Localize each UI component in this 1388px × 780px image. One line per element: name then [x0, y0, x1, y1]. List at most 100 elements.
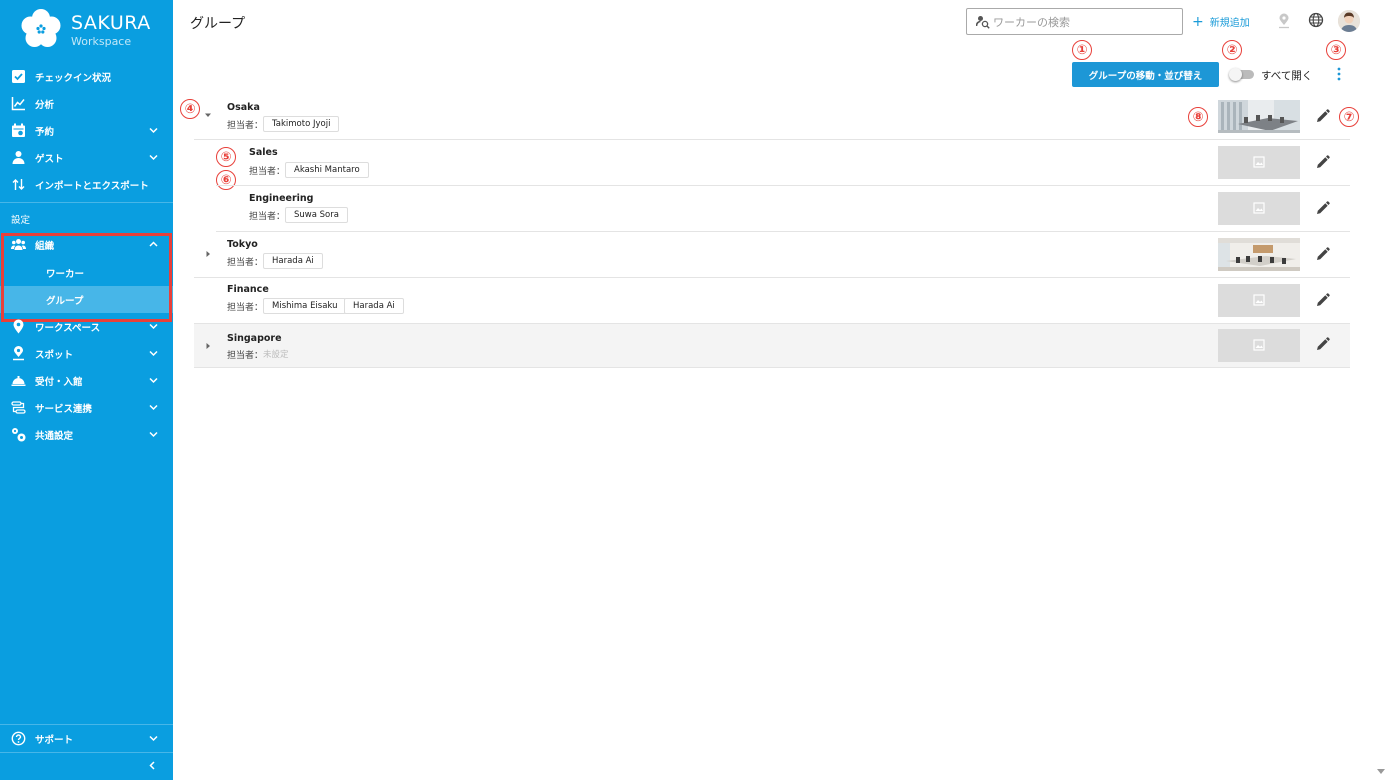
sidebar-item-reservation[interactable]: 予約 [0, 117, 173, 144]
worker-search-input[interactable] [993, 13, 1173, 31]
integration-icon [11, 401, 26, 414]
image-placeholder-icon [1253, 202, 1265, 214]
edit-pencil-icon[interactable] [1315, 109, 1330, 124]
sidebar-item-label: サポート [35, 734, 74, 746]
sidebar-item-label: 予約 [35, 126, 55, 138]
manager-label: 担当者： [249, 167, 286, 177]
sidebar-item-workspace[interactable]: ワークスペース [0, 313, 173, 340]
worker-search-box[interactable] [966, 8, 1183, 35]
expand-all-toggle[interactable] [1229, 68, 1255, 81]
sidebar-divider [0, 752, 173, 753]
guest-icon [12, 151, 25, 164]
plus-icon: + [1192, 13, 1204, 30]
image-placeholder-icon [1253, 294, 1265, 306]
group-photo-placeholder [1218, 284, 1300, 317]
settings-gears-icon [12, 428, 26, 442]
group-name: Finance [227, 284, 269, 295]
chevron-down-icon [149, 377, 158, 384]
chevron-down-icon [149, 323, 158, 330]
annotation-3: ③ [1326, 40, 1346, 60]
user-avatar[interactable] [1338, 10, 1360, 32]
manager-unset: 未設定 [263, 350, 289, 360]
group-name: Sales [249, 147, 278, 158]
group-name: Tokyo [227, 239, 258, 250]
annotation-2: ② [1222, 40, 1242, 60]
globe-icon[interactable] [1308, 12, 1324, 28]
add-new-button[interactable]: + 新規追加 [1192, 13, 1250, 30]
brand-logo[interactable]: SAKURA Workspace [0, 0, 173, 62]
group-photo-placeholder [1218, 192, 1300, 225]
checkbox-icon [12, 70, 25, 83]
edit-pencil-icon[interactable] [1315, 201, 1330, 216]
sidebar-item-label: チェックイン状況 [35, 72, 112, 84]
caret-right-icon[interactable] [204, 250, 212, 258]
sidebar-item-label: 共通設定 [35, 430, 74, 442]
group-row-engineering[interactable]: Engineering 担当者： Suwa Sora [216, 186, 1350, 232]
sidebar-item-integration[interactable]: サービス連携 [0, 394, 173, 421]
group-name: Singapore [227, 333, 282, 344]
sidebar-item-guest[interactable]: ゲスト [0, 144, 173, 171]
brand-name: SAKURA [71, 12, 151, 34]
add-new-label: 新規追加 [1209, 18, 1250, 29]
sidebar-item-common-settings[interactable]: 共通設定 [0, 421, 173, 448]
group-row-osaka[interactable]: Osaka 担当者： Takimoto Jyoji [194, 94, 1350, 140]
sidebar-item-label: 受付・入館 [35, 376, 83, 388]
location-pin-icon [13, 319, 24, 334]
sidebar-item-reception[interactable]: 受付・入館 [0, 367, 173, 394]
sidebar: SAKURA Workspace チェックイン状況 分析 予約 ゲスト インポー… [0, 0, 173, 780]
user-search-icon [976, 16, 990, 29]
manager-chip: Mishima Eisaku [263, 298, 347, 314]
help-circle-icon [11, 731, 26, 746]
image-placeholder-icon [1253, 156, 1265, 168]
group-row-tokyo[interactable]: Tokyo 担当者： Harada Ai [194, 232, 1350, 278]
group-photo-placeholder [1218, 146, 1300, 179]
move-sort-groups-button[interactable]: グループの移動・並び替え [1072, 62, 1219, 87]
brand-sub: Workspace [71, 35, 132, 48]
edit-pencil-icon[interactable] [1315, 337, 1330, 352]
chevron-down-icon [149, 127, 158, 134]
group-row-singapore[interactable]: Singapore 担当者： 未設定 [194, 324, 1350, 368]
edit-pencil-icon[interactable] [1315, 247, 1330, 262]
sidebar-item-analytics[interactable]: 分析 [0, 90, 173, 117]
chart-line-icon [11, 97, 25, 111]
chevron-down-icon [149, 431, 158, 438]
reception-bell-icon [11, 376, 26, 386]
edit-pencil-icon[interactable] [1315, 293, 1330, 308]
sidebar-item-spot[interactable]: スポット [0, 340, 173, 367]
manager-chip: Takimoto Jyoji [263, 116, 340, 132]
caret-right-icon[interactable] [204, 342, 212, 350]
annotation-1: ① [1072, 40, 1092, 60]
chevron-down-icon [149, 154, 158, 161]
group-photo-placeholder [1218, 329, 1300, 362]
annotation-highlight-box [1, 233, 172, 322]
group-photo [1218, 100, 1300, 133]
scroll-down-arrow-icon[interactable] [1376, 768, 1386, 776]
spot-icon [13, 346, 24, 361]
manager-chip: Harada Ai [344, 298, 404, 314]
edit-pencil-icon[interactable] [1315, 155, 1330, 170]
sidebar-item-support[interactable]: サポート [0, 725, 173, 752]
location-pin-icon[interactable] [1277, 13, 1291, 29]
group-row-sales[interactable]: Sales 担当者： Akashi Mantaro [216, 140, 1350, 186]
manager-chip: Suwa Sora [285, 207, 348, 223]
meeting-room-photo [1218, 100, 1300, 133]
sidebar-item-import-export[interactable]: インポートとエクスポート [0, 171, 173, 198]
manager-chip: Harada Ai [263, 253, 323, 269]
more-vertical-icon[interactable] [1334, 66, 1344, 82]
sidebar-item-label: ゲスト [35, 153, 64, 165]
avatar-image [1338, 10, 1360, 32]
sidebar-divider [0, 202, 173, 203]
sidebar-item-label: スポット [35, 349, 74, 361]
sidebar-section-settings: 設定 [11, 215, 31, 226]
import-export-icon [12, 179, 25, 190]
sidebar-item-checkin[interactable]: チェックイン状況 [0, 63, 173, 90]
chevron-down-icon [149, 350, 158, 357]
collapse-sidebar-icon[interactable] [147, 760, 158, 771]
group-row-finance[interactable]: Finance 担当者： Mishima Eisaku Harada Ai [194, 278, 1350, 324]
manager-label: 担当者： [227, 121, 264, 131]
caret-down-icon[interactable] [204, 111, 212, 119]
calendar-icon [12, 123, 25, 137]
group-name: Osaka [227, 102, 260, 113]
chevron-down-icon [149, 404, 158, 411]
manager-label: 担当者： [227, 351, 264, 361]
